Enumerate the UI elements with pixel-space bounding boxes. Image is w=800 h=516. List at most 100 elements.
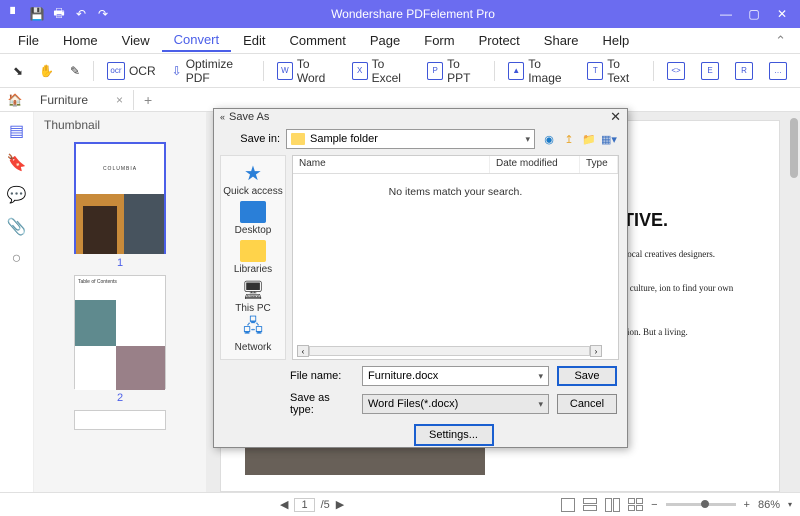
chevron-left-icon[interactable]: « xyxy=(220,112,225,122)
ocr-button[interactable]: ocrOCR xyxy=(100,58,163,84)
view-two-icon[interactable] xyxy=(605,498,620,512)
dialog-close-icon[interactable]: ✕ xyxy=(610,109,621,125)
to-excel-button[interactable]: XTo Excel xyxy=(345,53,419,89)
up-icon[interactable]: ↥ xyxy=(561,131,577,147)
place-this-pc[interactable]: 🖥 This PC xyxy=(235,279,271,314)
chevron-down-icon: ▾ xyxy=(525,134,530,145)
file-list-header: Name Date modified Type xyxy=(293,156,618,174)
html-icon: <> xyxy=(667,62,685,80)
to-word-button[interactable]: WTo Word xyxy=(270,53,343,89)
savein-label: Save in: xyxy=(224,133,280,145)
menu-share[interactable]: Share xyxy=(532,30,591,51)
menu-comment[interactable]: Comment xyxy=(278,30,358,51)
savein-value: Sample folder xyxy=(310,133,378,145)
page-current[interactable]: 1 xyxy=(294,498,314,512)
filename-input[interactable]: Furniture.docx ▾ xyxy=(362,366,549,386)
chevron-down-icon[interactable]: ▾ xyxy=(538,371,543,382)
file-list[interactable]: Name Date modified Type No items match y… xyxy=(292,155,619,360)
menu-form[interactable]: Form xyxy=(412,30,466,51)
thumbnail-page-1[interactable]: COLUMBIA xyxy=(74,142,166,254)
menu-view[interactable]: View xyxy=(110,30,162,51)
to-rtf-button[interactable]: R xyxy=(728,58,760,84)
attachments-icon[interactable]: 📎 xyxy=(8,218,26,236)
tab-add-button[interactable]: + xyxy=(134,92,162,108)
to-ppt-button[interactable]: PTo PPT xyxy=(420,53,488,89)
page-total: /5 xyxy=(321,499,330,511)
menu-home[interactable]: Home xyxy=(51,30,110,51)
menu-convert[interactable]: Convert xyxy=(162,29,232,52)
view-menu-icon[interactable]: ▦▾ xyxy=(601,131,617,147)
close-button[interactable]: ✕ xyxy=(770,4,794,24)
savetype-label: Save as type: xyxy=(290,392,354,416)
save-as-dialog: « Save As ✕ Save in: Sample folder ▾ ◉ ↥… xyxy=(213,108,628,448)
to-ppt-label: To PPT xyxy=(447,57,481,85)
collapse-ribbon-icon[interactable]: ⌃ xyxy=(767,33,794,49)
new-folder-icon[interactable]: 📁 xyxy=(581,131,597,147)
prev-page-icon[interactable]: ◀ xyxy=(280,498,288,511)
minimize-button[interactable]: — xyxy=(714,4,738,24)
to-other-button[interactable]: … xyxy=(762,58,794,84)
search-icon[interactable]: ○ xyxy=(8,250,26,268)
hand-tool[interactable]: ✋ xyxy=(32,60,61,82)
horizontal-scrollbar[interactable]: ‹ › xyxy=(297,345,602,357)
save-icon[interactable]: 💾 xyxy=(30,7,44,21)
menu-file[interactable]: File xyxy=(6,30,51,51)
savetype-value: Word Files(*.docx) xyxy=(368,398,538,410)
col-date[interactable]: Date modified xyxy=(490,156,580,173)
tab-home-icon[interactable]: 🏠 xyxy=(0,93,30,107)
select-tool[interactable]: ⬊ xyxy=(6,60,30,82)
thumbnail-panel-title: Thumbnail xyxy=(34,112,206,138)
zoom-out-icon[interactable]: − xyxy=(651,499,657,511)
zoom-slider[interactable] xyxy=(666,503,736,506)
thumbnail-page-3[interactable] xyxy=(74,410,166,430)
redo-icon[interactable]: ↷ xyxy=(96,7,110,21)
edit-tool[interactable]: ✎ xyxy=(63,60,87,82)
view-single-icon[interactable] xyxy=(561,498,575,512)
place-network[interactable]: 🖧 Network xyxy=(235,318,272,353)
back-icon[interactable]: ◉ xyxy=(541,131,557,147)
cancel-button[interactable]: Cancel xyxy=(557,394,617,414)
maximize-button[interactable]: ▢ xyxy=(742,4,766,24)
zoom-in-icon[interactable]: + xyxy=(744,499,750,511)
print-icon[interactable]: 🖶 xyxy=(52,7,66,21)
col-name[interactable]: Name xyxy=(293,156,490,173)
bookmarks-icon[interactable]: 🔖 xyxy=(8,154,26,172)
save-button[interactable]: Save xyxy=(557,366,617,386)
to-image-button[interactable]: ▲To Image xyxy=(501,53,578,89)
menu-help[interactable]: Help xyxy=(591,30,642,51)
dialog-title: Save As xyxy=(229,111,269,123)
scroll-left-icon[interactable]: ‹ xyxy=(297,345,309,357)
next-page-icon[interactable]: ▶ xyxy=(336,498,344,511)
to-html-button[interactable]: <> xyxy=(660,58,692,84)
thumbnails-icon[interactable]: ▤ xyxy=(8,122,26,140)
titlebar: ▘ 💾 🖶 ↶ ↷ Wondershare PDFelement Pro — ▢… xyxy=(0,0,800,28)
tab-close-icon[interactable]: × xyxy=(116,93,123,107)
to-text-button[interactable]: TTo Text xyxy=(580,53,647,89)
optimize-button[interactable]: ⇩Optimize PDF xyxy=(165,53,257,89)
settings-button[interactable]: Settings... xyxy=(414,424,494,446)
menu-page[interactable]: Page xyxy=(358,30,412,51)
col-type[interactable]: Type xyxy=(580,156,618,173)
libraries-icon xyxy=(240,240,266,262)
undo-icon[interactable]: ↶ xyxy=(74,7,88,21)
menu-edit[interactable]: Edit xyxy=(231,30,277,51)
text-icon: T xyxy=(587,62,603,80)
page-navigator: ◀ 1 /5 ▶ xyxy=(280,498,344,512)
place-desktop[interactable]: Desktop xyxy=(235,201,272,236)
menubar: File Home View Convert Edit Comment Page… xyxy=(0,28,800,54)
to-epub-button[interactable]: E xyxy=(694,58,726,84)
zoom-dropdown-icon[interactable]: ▾ xyxy=(788,500,792,509)
place-libraries[interactable]: Libraries xyxy=(234,240,272,275)
to-excel-label: To Excel xyxy=(372,57,412,85)
savetype-dropdown[interactable]: Word Files(*.docx) ▾ xyxy=(362,394,549,414)
tab-furniture[interactable]: Furniture × xyxy=(30,90,134,110)
view-continuous-icon[interactable] xyxy=(583,498,597,511)
menu-protect[interactable]: Protect xyxy=(467,30,532,51)
scroll-right-icon[interactable]: › xyxy=(590,345,602,357)
savein-dropdown[interactable]: Sample folder ▾ xyxy=(286,129,535,149)
place-quick-access[interactable]: ★ Quick access xyxy=(223,162,282,197)
vertical-scrollbar[interactable] xyxy=(790,118,798,178)
comments-icon[interactable]: 💬 xyxy=(8,186,26,204)
thumbnail-page-2[interactable]: Table of Contents xyxy=(74,275,166,389)
view-grid-icon[interactable] xyxy=(628,498,643,511)
